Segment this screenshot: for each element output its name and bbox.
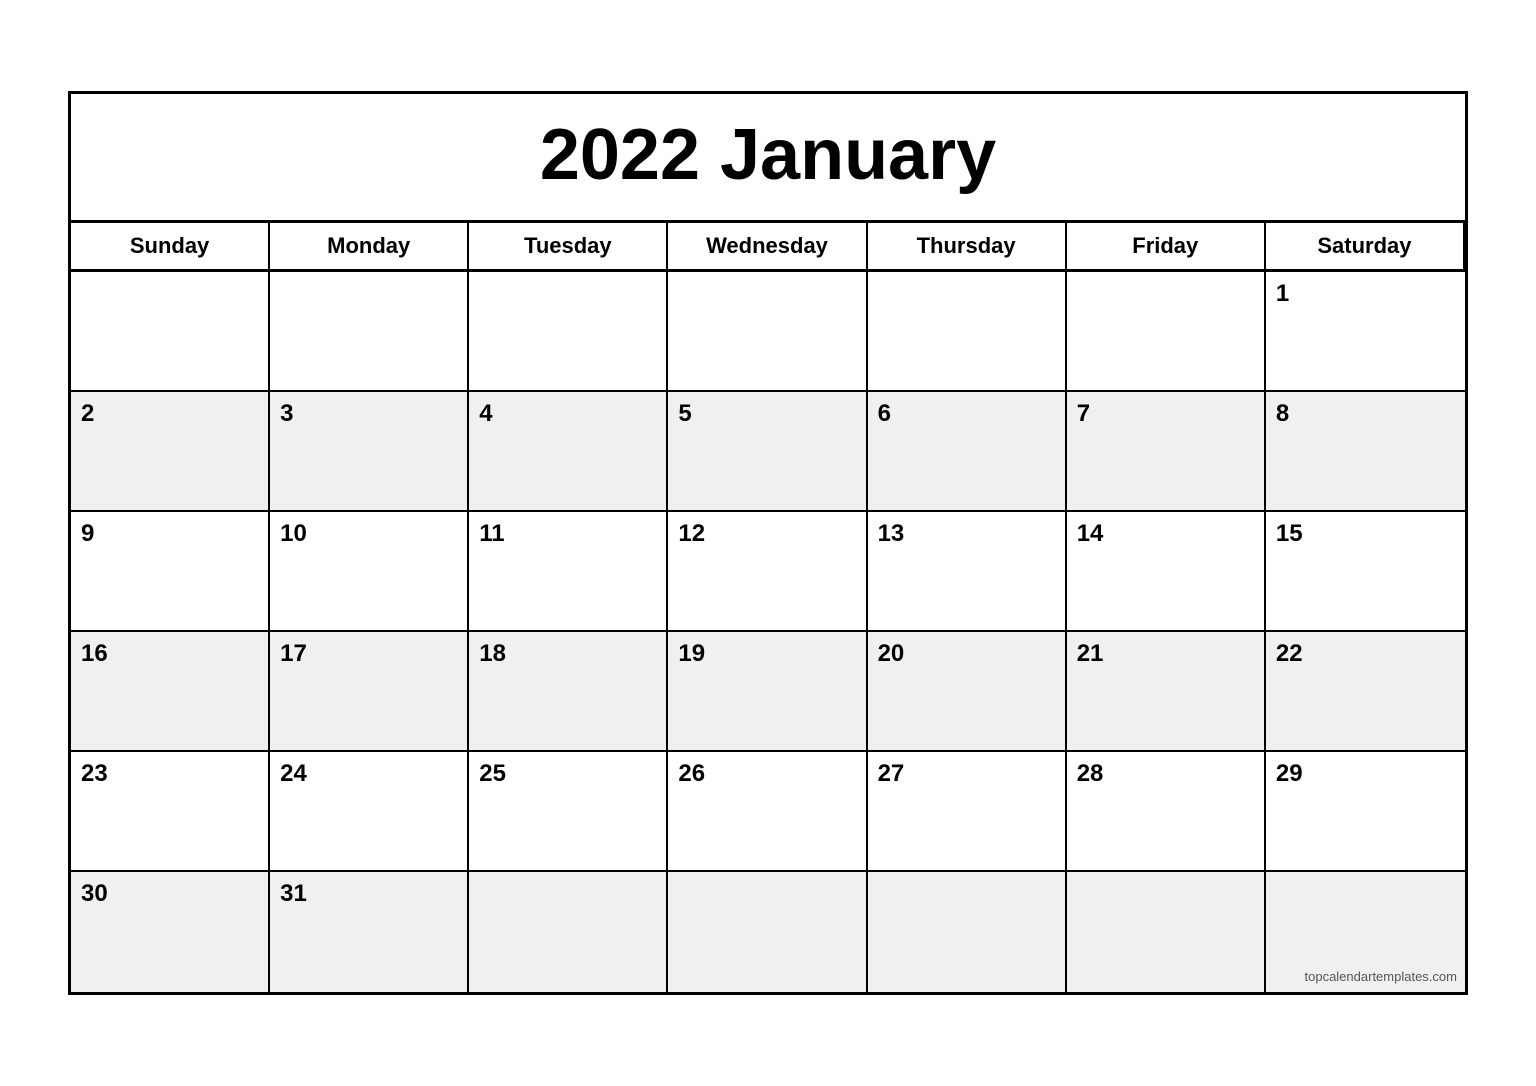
day-number: 21 bbox=[1077, 640, 1104, 667]
day-number: 29 bbox=[1276, 760, 1303, 787]
day-cell bbox=[71, 272, 270, 392]
day-cell: 3 bbox=[270, 392, 469, 512]
day-number: 6 bbox=[878, 400, 891, 427]
day-header: Wednesday bbox=[668, 223, 867, 272]
day-cell: 17 bbox=[270, 632, 469, 752]
day-cell: 29 bbox=[1266, 752, 1465, 872]
day-number: 28 bbox=[1077, 760, 1104, 787]
day-cell bbox=[868, 272, 1067, 392]
day-number: 7 bbox=[1077, 400, 1090, 427]
day-cell: 7 bbox=[1067, 392, 1266, 512]
day-number: 22 bbox=[1276, 640, 1303, 667]
day-number: 1 bbox=[1276, 280, 1289, 307]
day-cell bbox=[668, 872, 867, 992]
day-cell: 20 bbox=[868, 632, 1067, 752]
day-cell: 22 bbox=[1266, 632, 1465, 752]
day-number: 13 bbox=[878, 520, 905, 547]
day-cell: 23 bbox=[71, 752, 270, 872]
day-header: Saturday bbox=[1266, 223, 1465, 272]
day-cell bbox=[469, 872, 668, 992]
day-cell: 2 bbox=[71, 392, 270, 512]
day-cell: 4 bbox=[469, 392, 668, 512]
day-cell bbox=[1067, 872, 1266, 992]
day-cell: 13 bbox=[868, 512, 1067, 632]
day-cell bbox=[1067, 272, 1266, 392]
day-number: 12 bbox=[678, 520, 705, 547]
calendar-title: 2022 January bbox=[71, 94, 1465, 223]
day-cell: 26 bbox=[668, 752, 867, 872]
day-number: 8 bbox=[1276, 400, 1289, 427]
day-cell bbox=[668, 272, 867, 392]
day-cell: 9 bbox=[71, 512, 270, 632]
day-header: Thursday bbox=[868, 223, 1067, 272]
day-number: 16 bbox=[81, 640, 108, 667]
day-cell: 28 bbox=[1067, 752, 1266, 872]
day-cell: 24 bbox=[270, 752, 469, 872]
day-cell: 30 bbox=[71, 872, 270, 992]
day-header: Monday bbox=[270, 223, 469, 272]
day-number: 24 bbox=[280, 760, 307, 787]
day-cell: topcalendartemplates.com bbox=[1266, 872, 1465, 992]
day-number: 15 bbox=[1276, 520, 1303, 547]
day-cell: 25 bbox=[469, 752, 668, 872]
calendar-container: 2022 January SundayMondayTuesdayWednesda… bbox=[68, 91, 1468, 995]
day-cell: 5 bbox=[668, 392, 867, 512]
day-number: 30 bbox=[81, 880, 108, 907]
day-cell: 8 bbox=[1266, 392, 1465, 512]
watermark: topcalendartemplates.com bbox=[1305, 969, 1457, 984]
day-cell: 15 bbox=[1266, 512, 1465, 632]
day-cell: 31 bbox=[270, 872, 469, 992]
calendar-grid: SundayMondayTuesdayWednesdayThursdayFrid… bbox=[71, 223, 1465, 992]
day-cell: 16 bbox=[71, 632, 270, 752]
day-cell: 27 bbox=[868, 752, 1067, 872]
day-number: 14 bbox=[1077, 520, 1104, 547]
day-cell: 10 bbox=[270, 512, 469, 632]
day-number: 11 bbox=[479, 520, 504, 547]
day-number: 17 bbox=[280, 640, 307, 667]
day-cell: 12 bbox=[668, 512, 867, 632]
day-header: Sunday bbox=[71, 223, 270, 272]
day-number: 19 bbox=[678, 640, 705, 667]
day-number: 4 bbox=[479, 400, 492, 427]
day-number: 26 bbox=[678, 760, 705, 787]
day-cell: 11 bbox=[469, 512, 668, 632]
day-cell: 6 bbox=[868, 392, 1067, 512]
day-number: 20 bbox=[878, 640, 905, 667]
day-header: Friday bbox=[1067, 223, 1266, 272]
day-number: 3 bbox=[280, 400, 293, 427]
day-number: 25 bbox=[479, 760, 506, 787]
day-cell bbox=[469, 272, 668, 392]
day-number: 9 bbox=[81, 520, 94, 547]
day-number: 23 bbox=[81, 760, 108, 787]
day-number: 31 bbox=[280, 880, 307, 907]
day-number: 5 bbox=[678, 400, 691, 427]
day-number: 18 bbox=[479, 640, 506, 667]
day-number: 10 bbox=[280, 520, 307, 547]
day-cell: 14 bbox=[1067, 512, 1266, 632]
day-cell: 18 bbox=[469, 632, 668, 752]
day-header: Tuesday bbox=[469, 223, 668, 272]
day-cell bbox=[270, 272, 469, 392]
day-cell: 21 bbox=[1067, 632, 1266, 752]
day-cell: 19 bbox=[668, 632, 867, 752]
day-cell bbox=[868, 872, 1067, 992]
day-number: 2 bbox=[81, 400, 94, 427]
day-number: 27 bbox=[878, 760, 905, 787]
day-cell: 1 bbox=[1266, 272, 1465, 392]
